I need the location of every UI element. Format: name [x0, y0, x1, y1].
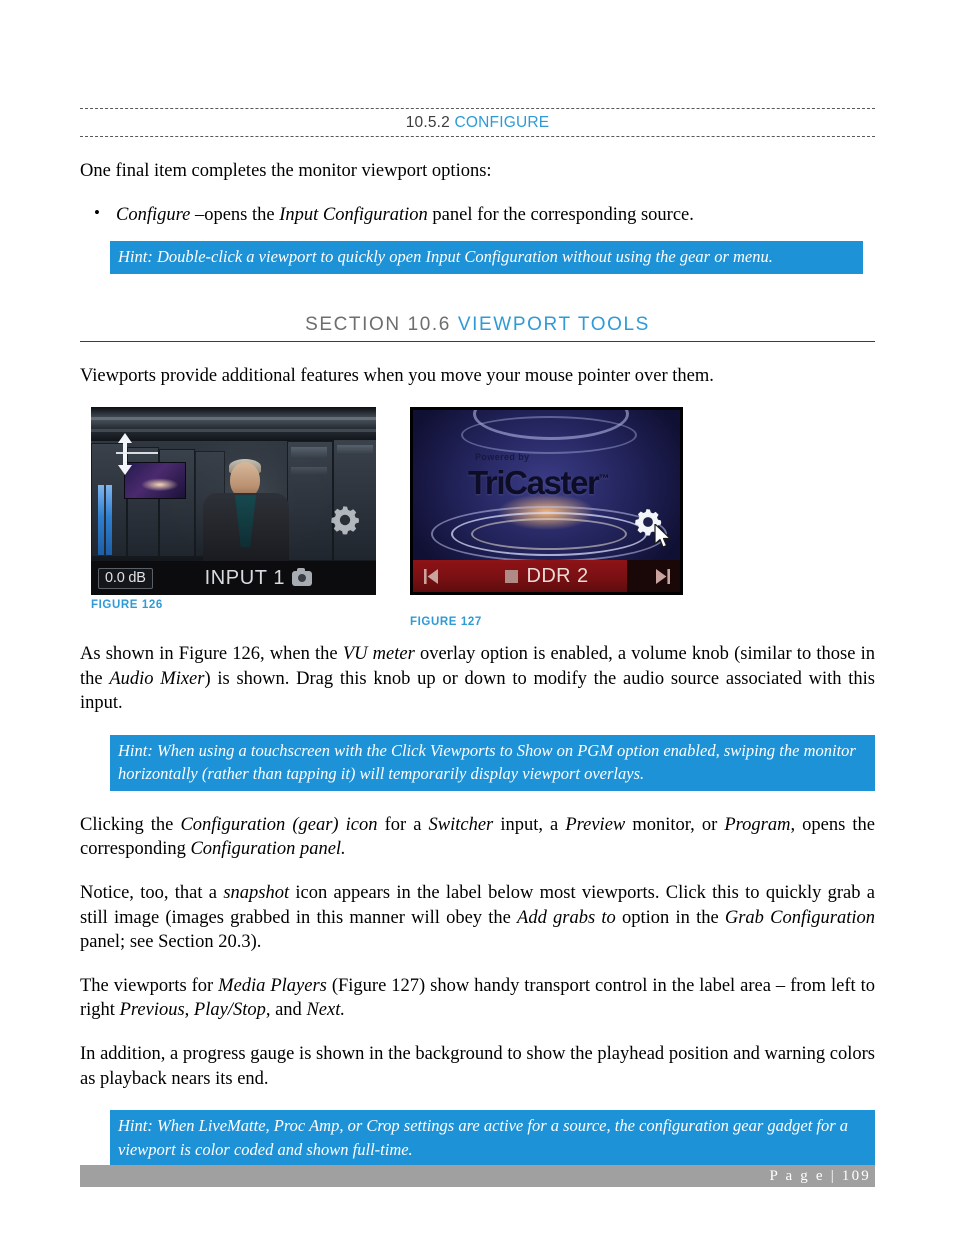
configure-bullet-list: Configure –opens the Input Configuration… — [80, 202, 875, 228]
brand-trademark: ™ — [598, 473, 610, 486]
viewport-1-label-text: INPUT 1 — [204, 566, 286, 589]
para-emphasis-add-grabs-to: Add grabs to — [517, 907, 616, 928]
rack-panel — [291, 467, 327, 476]
volume-knob-line — [116, 452, 158, 455]
viewport-1-source-label: INPUT 1 — [153, 567, 364, 590]
viewport-2-source-label: DDR 2 — [439, 565, 655, 588]
subheading-title: CONFIGURE — [454, 114, 550, 131]
viewport-1-label-bar: 0.0 dB INPUT 1 — [91, 561, 376, 596]
brand-tagline: Powered by — [475, 452, 530, 463]
para-emphasis-preview: Preview — [565, 814, 626, 835]
figure-caption-127: FIGURE 127 — [410, 616, 482, 629]
para-text: input, a — [493, 814, 566, 835]
bullet-text-2: panel for the corresponding source. — [427, 204, 694, 225]
para-emphasis-next: Next. — [306, 1000, 345, 1021]
subheading-number: 10.5.2 — [405, 114, 450, 131]
hint-box-1: Hint: Double-click a viewport to quickly… — [110, 241, 863, 274]
gear-icon[interactable] — [328, 503, 362, 537]
vu-meter-bar — [106, 485, 112, 556]
vu-meter — [98, 485, 114, 556]
snapshot-camera-icon[interactable] — [292, 567, 313, 586]
subheading-configure: 10.5.2 CONFIGURE — [80, 108, 875, 137]
server-rack — [287, 441, 333, 562]
mouse-cursor-icon — [654, 523, 672, 548]
server-rack — [333, 439, 376, 562]
db-readout[interactable]: 0.0 dB — [98, 567, 153, 589]
viewport-2-label-text: DDR 2 — [526, 564, 589, 587]
para-emphasis-gear-icon: Configuration (gear) icon — [180, 814, 378, 835]
para-text: for a — [377, 814, 429, 835]
section-heading-space — [451, 314, 458, 335]
page-number-label: P a g e | 109 — [769, 1167, 871, 1184]
page-footer: P a g e | 109 — [80, 1165, 875, 1187]
vu-meter-bar — [98, 485, 104, 556]
figures-row: 0.0 dB INPUT 1 Powered by TriCaster™ DDR… — [80, 407, 875, 642]
bullet-term-2: Input Configuration — [279, 204, 428, 225]
viewports-intro-paragraph: Viewports provide additional features wh… — [80, 365, 714, 386]
para-emphasis-switcher: Switcher — [428, 814, 494, 835]
paragraph-gear-icon: Clicking the Configuration (gear) icon f… — [80, 813, 875, 862]
brand-text: TriCaster — [468, 464, 600, 502]
bullet-term: Configure — [116, 204, 191, 225]
stop-icon[interactable] — [505, 569, 519, 583]
viewport-2-transport-bar: DDR 2 — [413, 560, 680, 593]
bullet-text: –opens the — [190, 204, 280, 225]
figure-127-viewport: Powered by TriCaster™ DDR 2 — [410, 407, 683, 596]
para-text: , and — [265, 1000, 307, 1021]
para-text: monitor, or — [625, 814, 725, 835]
figure-126-viewport: 0.0 dB INPUT 1 — [91, 407, 376, 596]
viewport-2-video: Powered by TriCaster™ — [413, 410, 680, 561]
splash-ring — [471, 518, 627, 551]
ceiling-beam — [91, 429, 376, 433]
para-text: option in the — [615, 907, 725, 928]
para-emphasis-audio-mixer: Audio Mixer — [109, 668, 205, 689]
paragraph-progress-gauge: In addition, a progress gauge is shown i… — [80, 1043, 875, 1089]
next-icon[interactable] — [655, 568, 671, 585]
volume-knob-arrow-icon[interactable] — [116, 433, 134, 476]
viewport-1-video — [91, 407, 376, 562]
section-heading-viewport-tools: SECTION 10.6 VIEWPORT TOOLS — [80, 308, 875, 342]
para-text: As shown in Figure 126, when the — [80, 644, 343, 665]
para-text: panel; see Section 20.3). — [80, 932, 262, 953]
list-item: Configure –opens the Input Configuration… — [94, 202, 875, 228]
para-emphasis-play-stop: Play/Stop — [193, 1000, 266, 1021]
paragraph-vu-meter: As shown in Figure 126, when the VU mete… — [80, 642, 875, 716]
section-heading-title: VIEWPORT TOOLS — [457, 313, 650, 335]
splash-arc-top-2 — [461, 416, 637, 455]
para-emphasis-config-panel: Configuration panel. — [190, 839, 346, 860]
rack-panel — [337, 445, 373, 456]
para-text: Clicking the — [80, 814, 181, 835]
brand-wordmark: TriCaster™ — [468, 464, 609, 502]
hint-box-3: Hint: When LiveMatte, Proc Amp, or Crop … — [110, 1110, 875, 1167]
hint-box-2: Hint: When using a touchscreen with the … — [110, 734, 875, 791]
para-emphasis-vu-meter: VU meter — [342, 644, 415, 665]
previous-icon[interactable] — [423, 568, 439, 585]
section-heading-number: SECTION 10.6 — [305, 313, 451, 335]
para-emphasis-program: Program — [724, 814, 791, 835]
figure-caption-126: FIGURE 126 — [91, 599, 163, 612]
para-text: Notice, too, that a — [80, 883, 224, 904]
para-emphasis-media-players: Media Players — [218, 975, 327, 996]
ceiling-beam — [91, 417, 376, 421]
para-emphasis-previous: Previous — [119, 1000, 185, 1021]
rack-panel — [291, 447, 327, 460]
para-text: The viewports for — [80, 975, 219, 996]
intro-paragraph: One final item completes the monitor vie… — [80, 161, 492, 181]
document-page: 10.5.2 CONFIGURE One final item complete… — [0, 0, 954, 1235]
page-content: 10.5.2 CONFIGURE One final item complete… — [80, 108, 875, 1167]
para-emphasis-grab-configuration: Grab Configuration — [724, 907, 875, 928]
para-text: , — [184, 1000, 194, 1021]
paragraph-snapshot: Notice, too, that a snapshot icon appear… — [80, 881, 875, 955]
para-emphasis-snapshot: snapshot — [223, 883, 290, 904]
paragraph-media-players: The viewports for Media Players (Figure … — [80, 974, 875, 1023]
transport-controls: DDR 2 — [413, 560, 680, 592]
